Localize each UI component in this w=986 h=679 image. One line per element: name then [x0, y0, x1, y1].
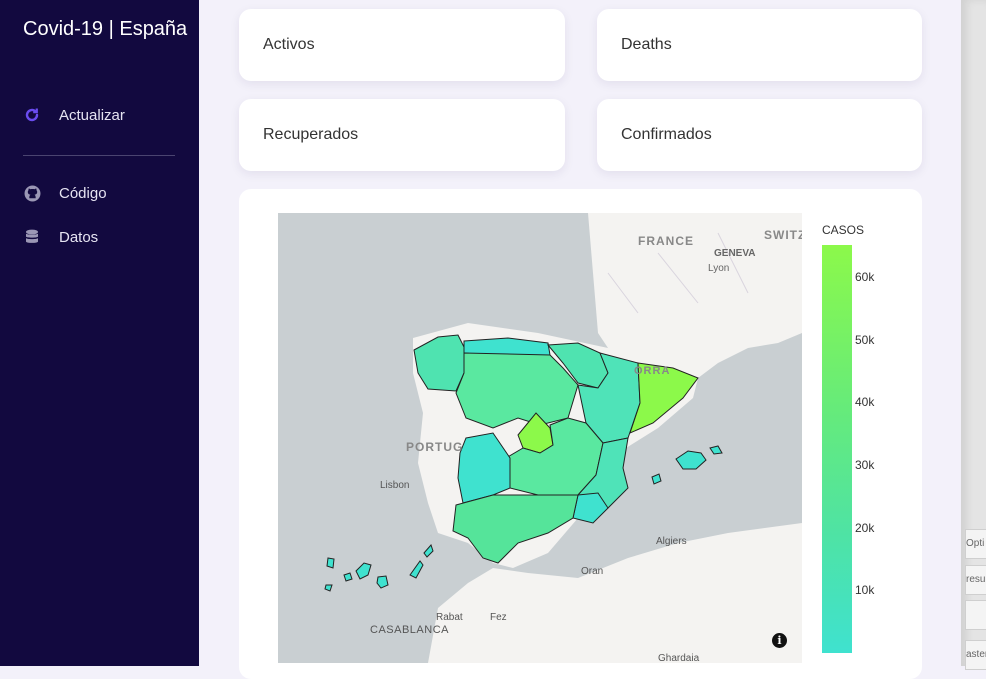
card-recuperados: Recuperados [239, 99, 565, 171]
sidebar-item-label: Actualizar [59, 106, 125, 124]
card-deaths: Deaths [597, 9, 922, 81]
edge-fragment [965, 600, 986, 630]
colorbar-tick: 50k [855, 333, 875, 347]
card-title: Deaths [621, 36, 672, 53]
region-canarias-6 [423, 544, 434, 558]
region-canarias-3 [355, 562, 372, 580]
region-menorca [709, 445, 723, 455]
info-icon[interactable]: i [772, 633, 787, 648]
region-baleares [675, 450, 707, 470]
choropleth-map[interactable]: FRANCE SWITZ GENEVA Lyon ORRA PORTUG Lis… [278, 213, 802, 663]
region-canarias-7 [324, 584, 333, 592]
card-title: Confirmados [621, 126, 712, 143]
edge-fragment: resul [965, 565, 986, 595]
sidebar-item-datos[interactable]: Datos [23, 228, 98, 246]
map-label-rabat: Rabat [436, 612, 463, 623]
database-icon [23, 228, 41, 246]
sidebar-item-label: Código [59, 184, 107, 202]
colorbar-tick: 20k [855, 521, 875, 535]
sidebar: Covid-19 | España Actualizar Código Dato… [0, 0, 199, 666]
map-label-algiers: Algiers [656, 536, 687, 547]
region-canarias-2 [343, 572, 353, 582]
colorbar-tick: 10k [855, 583, 875, 597]
region-canarias-1 [326, 557, 335, 569]
sidebar-item-label: Datos [59, 228, 99, 246]
map-label-casablanca: CASABLANCA [370, 624, 449, 636]
card-title: Activos [263, 36, 315, 53]
map-label-lyon: Lyon [708, 263, 730, 274]
map-canvas [324, 213, 802, 663]
card-confirmados: Confirmados [597, 99, 922, 171]
edge-fragment: Opti [965, 529, 986, 559]
sidebar-item-actualizar[interactable]: Actualizar [23, 106, 125, 124]
colorbar-tick: 30k [855, 458, 875, 472]
region-castilla-leon [455, 352, 579, 429]
sidebar-item-codigo[interactable]: Código [23, 184, 107, 202]
adjacent-window-edge: Opti resul aster [961, 0, 986, 670]
card-activos: Activos [239, 9, 565, 81]
colorbar-tick: 40k [855, 395, 875, 409]
refresh-icon [23, 106, 41, 124]
map-label-fez: Fez [490, 612, 507, 623]
colorbar-title: CASOS [822, 223, 865, 237]
region-canarias-4 [376, 575, 389, 589]
region-ibiza [651, 473, 662, 485]
map-label-oran: Oran [581, 566, 604, 577]
map-label-portugal: PORTUG [406, 440, 464, 454]
github-icon [23, 184, 41, 202]
map-label-switz: SWITZ [764, 228, 802, 242]
map-label-france: FRANCE [638, 234, 694, 248]
map-label-andorra: ORRA [634, 365, 671, 377]
map-label-geneva: GENEVA [714, 248, 756, 259]
map-label-lisbon: Lisbon [380, 480, 410, 491]
colorbar [822, 245, 852, 653]
colorbar-tick: 60k [855, 270, 875, 284]
region-canarias-5 [409, 560, 424, 579]
sidebar-divider [23, 155, 175, 156]
app-title: Covid-19 | España [23, 18, 188, 40]
map-label-ghardaia: Ghardaia [658, 653, 700, 663]
card-title: Recuperados [263, 126, 359, 143]
